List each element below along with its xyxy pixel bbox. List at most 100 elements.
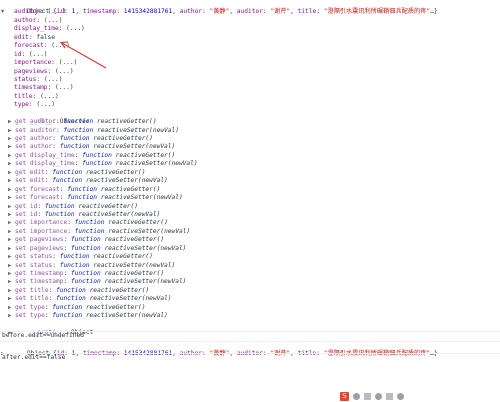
- function-keyword: function: [74, 219, 105, 227]
- accessor-row[interactable]: ▶ set author: function reactiveSetter(new…: [0, 143, 500, 151]
- expand-right-icon[interactable]: ▶: [8, 143, 11, 151]
- accessor-row[interactable]: ▶ set status: function reactiveSetter(new…: [0, 262, 500, 270]
- function-signature: reactiveSetter(newVal): [78, 210, 161, 218]
- keyboard-icon[interactable]: [364, 393, 371, 400]
- ob-row[interactable]: ▶ __ob__: Observer: [0, 110, 500, 125]
- property-key: title: [14, 92, 33, 100]
- expand-right-icon[interactable]: ▶: [8, 219, 11, 227]
- accessor-kind: get: [15, 219, 27, 227]
- accessor-row[interactable]: ▶ get status: function reactiveGetter(): [0, 253, 500, 261]
- function-keyword: function: [52, 177, 83, 185]
- property-row[interactable]: importance: (...): [0, 59, 500, 67]
- accessor-kind: set: [15, 227, 27, 235]
- accessor-row[interactable]: ▶ set importance: function reactiveSetter…: [0, 228, 500, 236]
- expand-right-icon[interactable]: ▶: [8, 169, 11, 177]
- property-row[interactable]: status: (...): [0, 76, 500, 84]
- expand-right-icon[interactable]: ▶: [8, 203, 11, 211]
- accessor-kind: set: [15, 143, 27, 151]
- accessor-key: pageviews: [29, 236, 64, 244]
- devtools-console: ▼ Object {id: 1, timestamp: 1415342881761…: [0, 0, 500, 362]
- object-header[interactable]: ▼ Object {id: 1, timestamp: 1415342881761…: [0, 0, 500, 15]
- accessor-kind: set: [15, 278, 27, 286]
- ime-icon[interactable]: S: [340, 392, 349, 401]
- accessor-kind: set: [15, 312, 27, 320]
- expand-right-icon[interactable]: ▶: [8, 312, 11, 320]
- expand-right-icon[interactable]: ▶: [8, 194, 11, 202]
- property-row[interactable]: pageviews: (...): [0, 68, 500, 76]
- accessor-key: id: [29, 210, 38, 218]
- accessor-row[interactable]: ▶ set forecast: function reactiveSetter(n…: [0, 194, 500, 202]
- accessor-row[interactable]: ▶ get edit: function reactiveGetter(): [0, 169, 500, 177]
- function-signature: reactiveGetter(): [115, 151, 176, 159]
- accessor-key: title: [29, 295, 49, 303]
- expand-right-icon[interactable]: ▶: [8, 177, 11, 185]
- function-keyword: function: [59, 253, 90, 261]
- accessor-row[interactable]: ▶ get pageviews: function reactiveGetter(…: [0, 236, 500, 244]
- function-keyword: function: [63, 126, 94, 134]
- function-keyword: function: [67, 194, 97, 202]
- clipboard-icon[interactable]: [386, 393, 393, 400]
- function-keyword: function: [70, 236, 101, 244]
- punctuation-icon[interactable]: [353, 393, 360, 400]
- expand-right-icon[interactable]: ▶: [8, 127, 11, 135]
- property-row[interactable]: type: (...): [0, 101, 500, 109]
- property-row[interactable]: title: (...): [0, 93, 500, 101]
- function-keyword: function: [44, 210, 75, 218]
- accessor-row[interactable]: ▶ set display_time: function reactiveSett…: [0, 160, 500, 168]
- emoji-icon[interactable]: [375, 393, 382, 400]
- expand-right-icon[interactable]: ▶: [8, 236, 11, 244]
- proto-row[interactable]: ▶ __proto__: Object: [0, 321, 500, 336]
- property-row[interactable]: id: (...): [0, 51, 500, 59]
- accessor-row[interactable]: ▶ set title: function reactiveSetter(newV…: [0, 295, 500, 303]
- expand-right-icon[interactable]: ▶: [8, 228, 11, 236]
- accessor-row[interactable]: ▶ set edit: function reactiveSetter(newVa…: [0, 177, 500, 185]
- property-row[interactable]: forecast: (...): [0, 42, 500, 50]
- expand-right-icon[interactable]: ▶: [8, 304, 11, 312]
- property-key: edit: [14, 33, 29, 41]
- accessor-row[interactable]: ▶ set pageviews: function reactiveSetter(…: [0, 245, 500, 253]
- property-value: (...): [40, 92, 59, 100]
- accessor-row[interactable]: ▶ get forecast: function reactiveGetter(): [0, 186, 500, 194]
- property-row[interactable]: auditor: (...): [0, 8, 500, 16]
- accessor-row[interactable]: ▶ set auditor: function reactiveSetter(ne…: [0, 127, 500, 135]
- accessor-key: timestamp: [29, 270, 64, 277]
- function-keyword: function: [59, 143, 90, 151]
- expand-right-icon[interactable]: ▶: [8, 118, 11, 126]
- settings-icon[interactable]: [397, 393, 404, 400]
- property-value: false: [36, 33, 55, 41]
- accessor-list: ▶ get auditor: function reactiveGetter() ▶…: [0, 118, 500, 321]
- function-signature: reactiveGetter(): [89, 286, 150, 294]
- expand-right-icon[interactable]: ▶: [8, 245, 11, 253]
- accessor-key: type: [29, 312, 45, 320]
- function-keyword: function: [56, 295, 86, 303]
- function-signature: reactiveGetter(): [93, 135, 153, 142]
- accessor-row[interactable]: ▶ set type: function reactiveSetter(newVa…: [0, 312, 500, 320]
- property-value: (...): [54, 84, 74, 92]
- function-signature: reactiveGetter(): [85, 303, 146, 311]
- accessor-key: importance: [29, 227, 68, 235]
- accessor-row[interactable]: ▶ set timestamp: function reactiveSetter(…: [0, 278, 500, 286]
- accessor-row[interactable]: ▶ get auditor: function reactiveGetter(): [0, 118, 500, 126]
- expand-right-icon[interactable]: ▶: [8, 278, 11, 286]
- property-row[interactable]: edit: false: [0, 34, 500, 42]
- expand-right-icon[interactable]: ▶: [8, 186, 11, 194]
- expand-right-icon[interactable]: ▶: [8, 160, 11, 168]
- expand-right-icon[interactable]: ▶: [8, 262, 11, 270]
- function-keyword: function: [74, 227, 105, 235]
- property-row[interactable]: timestamp: (...): [0, 84, 500, 92]
- function-signature: reactiveGetter(): [104, 236, 165, 244]
- expand-right-icon[interactable]: ▶: [8, 253, 11, 261]
- property-row[interactable]: display_time: (...): [0, 25, 500, 33]
- property-key: type: [14, 101, 29, 109]
- function-keyword: function: [44, 202, 75, 210]
- accessor-kind: get: [15, 135, 27, 142]
- expand-right-icon[interactable]: ▶: [8, 295, 11, 303]
- property-row[interactable]: author: (...): [0, 17, 500, 25]
- accessor-row[interactable]: ▶ get type: function reactiveGetter(): [0, 304, 500, 312]
- object-collapsed[interactable]: ▶ Object {id: 1, timestamp: 1415342881761…: [0, 340, 500, 357]
- accessor-row[interactable]: ▶ get id: function reactiveGetter(): [0, 203, 500, 211]
- log-after: after.edit==false: [0, 352, 500, 362]
- function-keyword: function: [52, 303, 83, 311]
- accessor-row[interactable]: ▶ get importance: function reactiveGetter…: [0, 219, 500, 227]
- function-keyword: function: [52, 312, 83, 320]
